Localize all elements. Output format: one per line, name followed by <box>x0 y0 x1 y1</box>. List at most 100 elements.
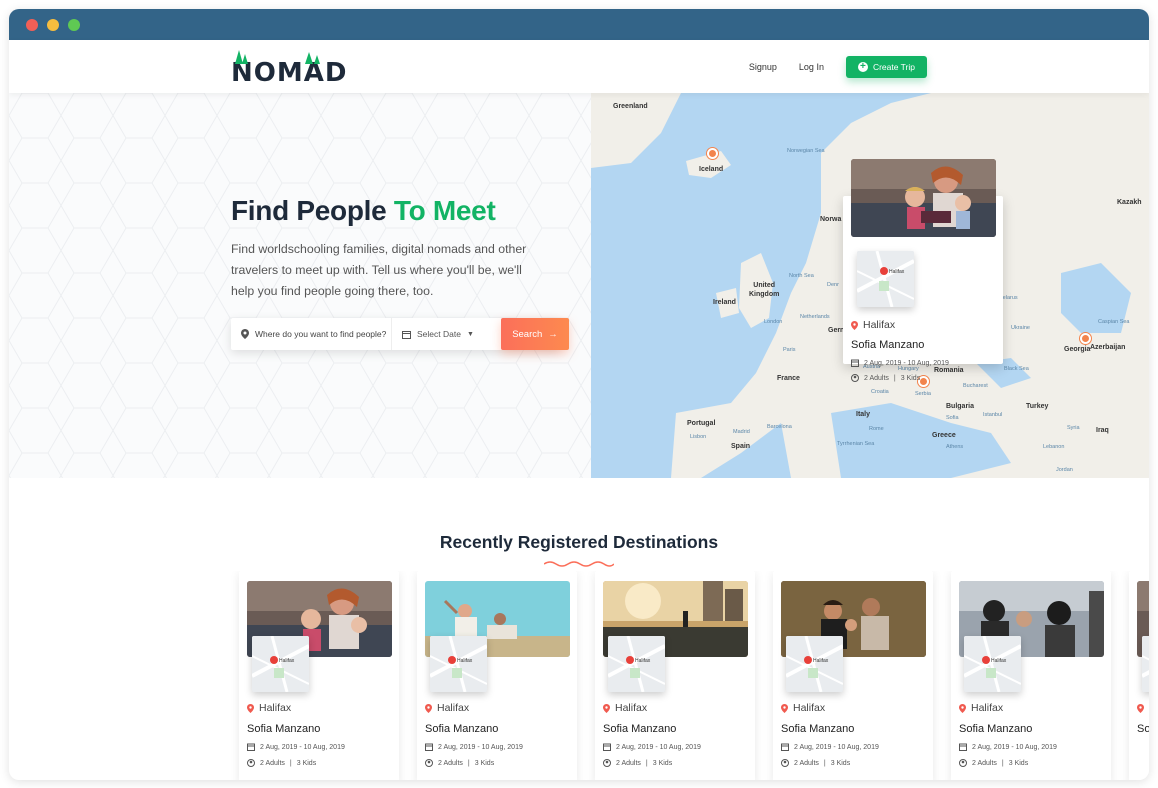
map-label-portugal: Portugal <box>687 420 716 427</box>
map-label-uk: United Kingdom <box>749 282 780 298</box>
destination-card[interactable]: Halifax Halifax Sofia Manzano 2 Aug, 201… <box>239 571 399 780</box>
map-label-greenland: Greenland <box>613 103 648 110</box>
plus-icon: + <box>857 62 868 72</box>
location-pin-icon <box>851 320 858 330</box>
destination-dates: 2 Aug, 2019 - 10 Aug, 2019 <box>781 743 879 751</box>
nav-links: Signup Log In + Create Trip <box>749 56 927 78</box>
calendar-icon <box>402 330 411 339</box>
login-link[interactable]: Log In <box>799 62 824 72</box>
popup-adults: 2 Adults <box>864 374 889 382</box>
map-label-germany: Gern <box>828 327 845 334</box>
minimize-window-button[interactable] <box>47 18 59 31</box>
hero-title-green: To Meet <box>393 195 496 226</box>
minimap-label: Halifax <box>457 658 473 664</box>
family-photo-image <box>851 159 996 237</box>
location-placeholder: Where do you want to find people? <box>255 329 387 339</box>
map-label-greece: Greece <box>932 432 956 439</box>
minimap-image: Halifax <box>857 251 914 307</box>
destination-dates: 2 Aug, 2019 - 10 Aug, 2019 <box>959 743 1057 751</box>
destination-minimap: Halifax <box>964 636 1021 692</box>
destination-card[interactable]: Halifax Halifax Sofia Manzano 2 Aug, 201… <box>417 571 577 780</box>
destination-person-name: Sofia Manzano <box>603 723 677 735</box>
minimap-label: Halifax <box>279 658 295 664</box>
europe-map[interactable]: Greenland Iceland Norwegian Sea Norwa No… <box>591 93 1149 478</box>
map-pin-iceland[interactable] <box>707 148 718 159</box>
close-window-button[interactable] <box>26 18 38 31</box>
date-select[interactable]: Select Date ▼ <box>392 329 492 339</box>
calendar-icon <box>603 743 611 751</box>
location-pin-icon <box>425 703 432 713</box>
person-icon <box>247 759 255 767</box>
location-pin-icon <box>247 703 254 713</box>
create-trip-button[interactable]: + Create Trip <box>845 56 927 78</box>
map-label-rome: Rome <box>869 426 884 432</box>
destination-card[interactable]: Halifax Halifax Sofia Manzano 2 Aug, 201… <box>595 571 755 780</box>
destination-city-label: Halifax <box>259 702 292 714</box>
map-sea-tyrrhenian: Tyrrhenian Sea <box>837 441 875 447</box>
map-sea-north: North Sea <box>789 273 814 279</box>
destination-card[interactable]: H Sofi <box>1129 571 1149 780</box>
popup-guests: 2 Adults | 3 Kids <box>851 374 920 382</box>
map-sea-black: Black Sea <box>1004 366 1029 372</box>
separator: | <box>1001 759 1004 767</box>
map-label-lebanon: Lebanon <box>1043 444 1065 450</box>
separator: | <box>467 759 470 767</box>
destination-kids: 3 Kids <box>296 759 317 767</box>
create-trip-label: Create Trip <box>872 62 915 72</box>
map-label-london: London <box>764 319 783 325</box>
destination-dates: 2 Aug, 2019 - 10 Aug, 2019 <box>425 743 523 751</box>
signup-link[interactable]: Signup <box>749 62 777 72</box>
location-pin-icon <box>241 329 249 339</box>
map-label-paris: Paris <box>783 347 796 353</box>
map-label-france: France <box>777 375 800 382</box>
map-label-jordan: Jordan <box>1056 467 1073 473</box>
map-pin-georgia[interactable] <box>1080 333 1091 344</box>
destination-adults: 2 Adults <box>260 759 285 767</box>
popup-family-photo <box>851 159 996 237</box>
destination-city: Halifax <box>781 702 825 714</box>
search-button[interactable]: Search → <box>501 318 569 350</box>
destination-minimap: Halifax <box>608 636 665 692</box>
hero-title-dark: Find People <box>231 195 387 226</box>
calendar-icon <box>851 359 859 367</box>
destination-dates-label: 2 Aug, 2019 - 10 Aug, 2019 <box>438 743 523 751</box>
destination-guests: 2 Adults | 3 Kids <box>425 759 494 767</box>
destination-minimap: Halifax <box>430 636 487 692</box>
separator: | <box>893 374 896 382</box>
map-label-georgia: Georgia <box>1064 346 1091 353</box>
destination-city: Halifax <box>603 702 647 714</box>
destination-minimap: Halifax <box>252 636 309 692</box>
map-label-spain: Spain <box>731 443 751 450</box>
destination-dates: 2 Aug, 2019 - 10 Aug, 2019 <box>247 743 345 751</box>
destination-card[interactable]: Halifax Halifax Sofia Manzano 2 Aug, 201… <box>951 571 1111 780</box>
location-pin-icon <box>1137 703 1144 713</box>
date-label: Select Date <box>417 329 461 339</box>
nomad-logo[interactable]: NOMAD <box>231 50 347 86</box>
destination-minimap: Halifax <box>786 636 843 692</box>
map-label-istanbul: Istanbul <box>983 412 1003 418</box>
person-icon <box>603 759 611 767</box>
map-label-ireland: Ireland <box>713 299 736 306</box>
destination-dates-label: 2 Aug, 2019 - 10 Aug, 2019 <box>972 743 1057 751</box>
squiggle-divider-icon <box>544 561 614 567</box>
popup-kids: 3 Kids <box>900 374 921 382</box>
map-popup-card[interactable]: Halifax Halifax Sofia Manzano 2 Aug, 201… <box>843 159 1003 382</box>
search-bar: Where do you want to find people? Select… <box>231 318 569 350</box>
destinations-carousel[interactable]: Halifax Halifax Sofia Manzano 2 Aug, 201… <box>231 571 1149 780</box>
destination-card[interactable]: Halifax Halifax Sofia Manzano 2 Aug, 201… <box>773 571 933 780</box>
destination-dates-label: 2 Aug, 2019 - 10 Aug, 2019 <box>794 743 879 751</box>
destination-city-label: Halifax <box>971 702 1004 714</box>
popup-city-label: Halifax <box>863 319 896 331</box>
map-label-kazakh: Kazakh <box>1117 199 1142 206</box>
destination-city: Halifax <box>247 702 291 714</box>
destination-person-name: Sofia Manzano <box>781 723 855 735</box>
map-label-iceland: Iceland <box>699 166 724 173</box>
maximize-window-button[interactable] <box>68 18 80 31</box>
location-input[interactable]: Where do you want to find people? <box>231 318 392 350</box>
map-label-iraq: Iraq <box>1096 427 1109 434</box>
map-label-athens: Athens <box>946 444 964 450</box>
chevron-down-icon: ▼ <box>466 330 474 338</box>
map-sea-norwegian: Norwegian Sea <box>787 148 825 154</box>
minimap-label: Halifax <box>889 269 905 275</box>
hero-title: Find People To Meet <box>231 195 496 227</box>
